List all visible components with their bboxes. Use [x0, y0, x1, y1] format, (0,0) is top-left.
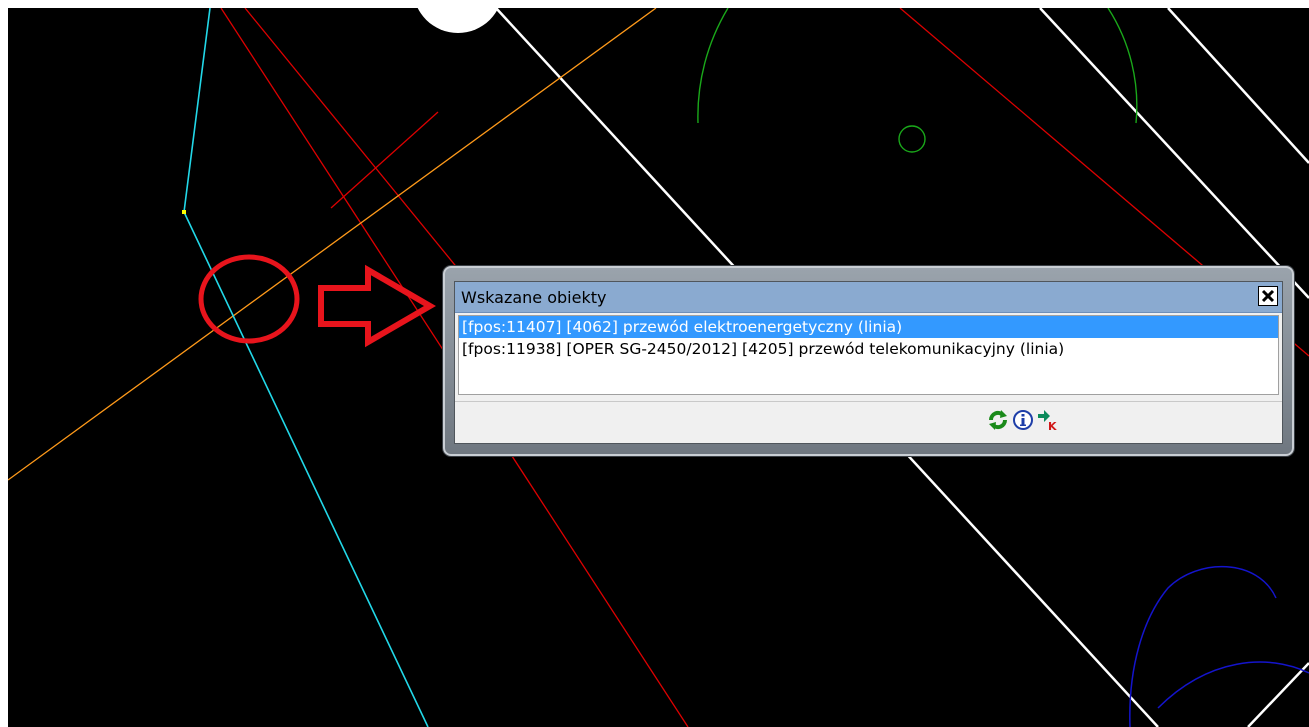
refresh-icon [988, 410, 1008, 430]
dialog-title: Wskazane obiekty [461, 288, 607, 307]
info-icon [1013, 410, 1033, 430]
info-button[interactable] [1012, 409, 1034, 431]
svg-text:K: K [1048, 420, 1057, 431]
annotation-circle [198, 254, 300, 344]
white-circle-symbol [417, 8, 499, 33]
selected-objects-dialog: Wskazane obiekty [fpos:11407] [4062] prz… [443, 266, 1294, 456]
list-item[interactable]: [fpos:11938] [OPER SG-2450/2012] [4205] … [459, 338, 1278, 360]
green-arc [1107, 8, 1138, 124]
yellow-vertex [182, 210, 186, 214]
green-circle [898, 125, 926, 153]
blue-arc [1129, 565, 1277, 727]
red-line [330, 111, 439, 209]
dialog-titlebar[interactable]: Wskazane obiekty [455, 282, 1282, 313]
arrow-k-icon: K [1038, 410, 1057, 431]
white-line [1247, 662, 1309, 727]
green-arc [697, 8, 729, 124]
cyan-line [183, 8, 429, 727]
refresh-button[interactable] [987, 409, 1009, 431]
list-item[interactable]: [fpos:11407] [4062] przewód elektroenerg… [459, 316, 1278, 338]
objects-list[interactable]: [fpos:11407] [4062] przewód elektroenerg… [458, 315, 1279, 395]
dialog-footer: K [455, 401, 1282, 443]
close-icon [1261, 289, 1275, 303]
white-line [1167, 8, 1309, 164]
white-line [1039, 8, 1309, 299]
annotation-arrow [318, 264, 436, 348]
export-k-button[interactable]: K [1037, 409, 1059, 431]
toolbar: K [987, 408, 1059, 432]
close-button[interactable] [1258, 286, 1278, 306]
dialog-body: Wskazane obiekty [fpos:11407] [4062] prz… [454, 281, 1283, 444]
